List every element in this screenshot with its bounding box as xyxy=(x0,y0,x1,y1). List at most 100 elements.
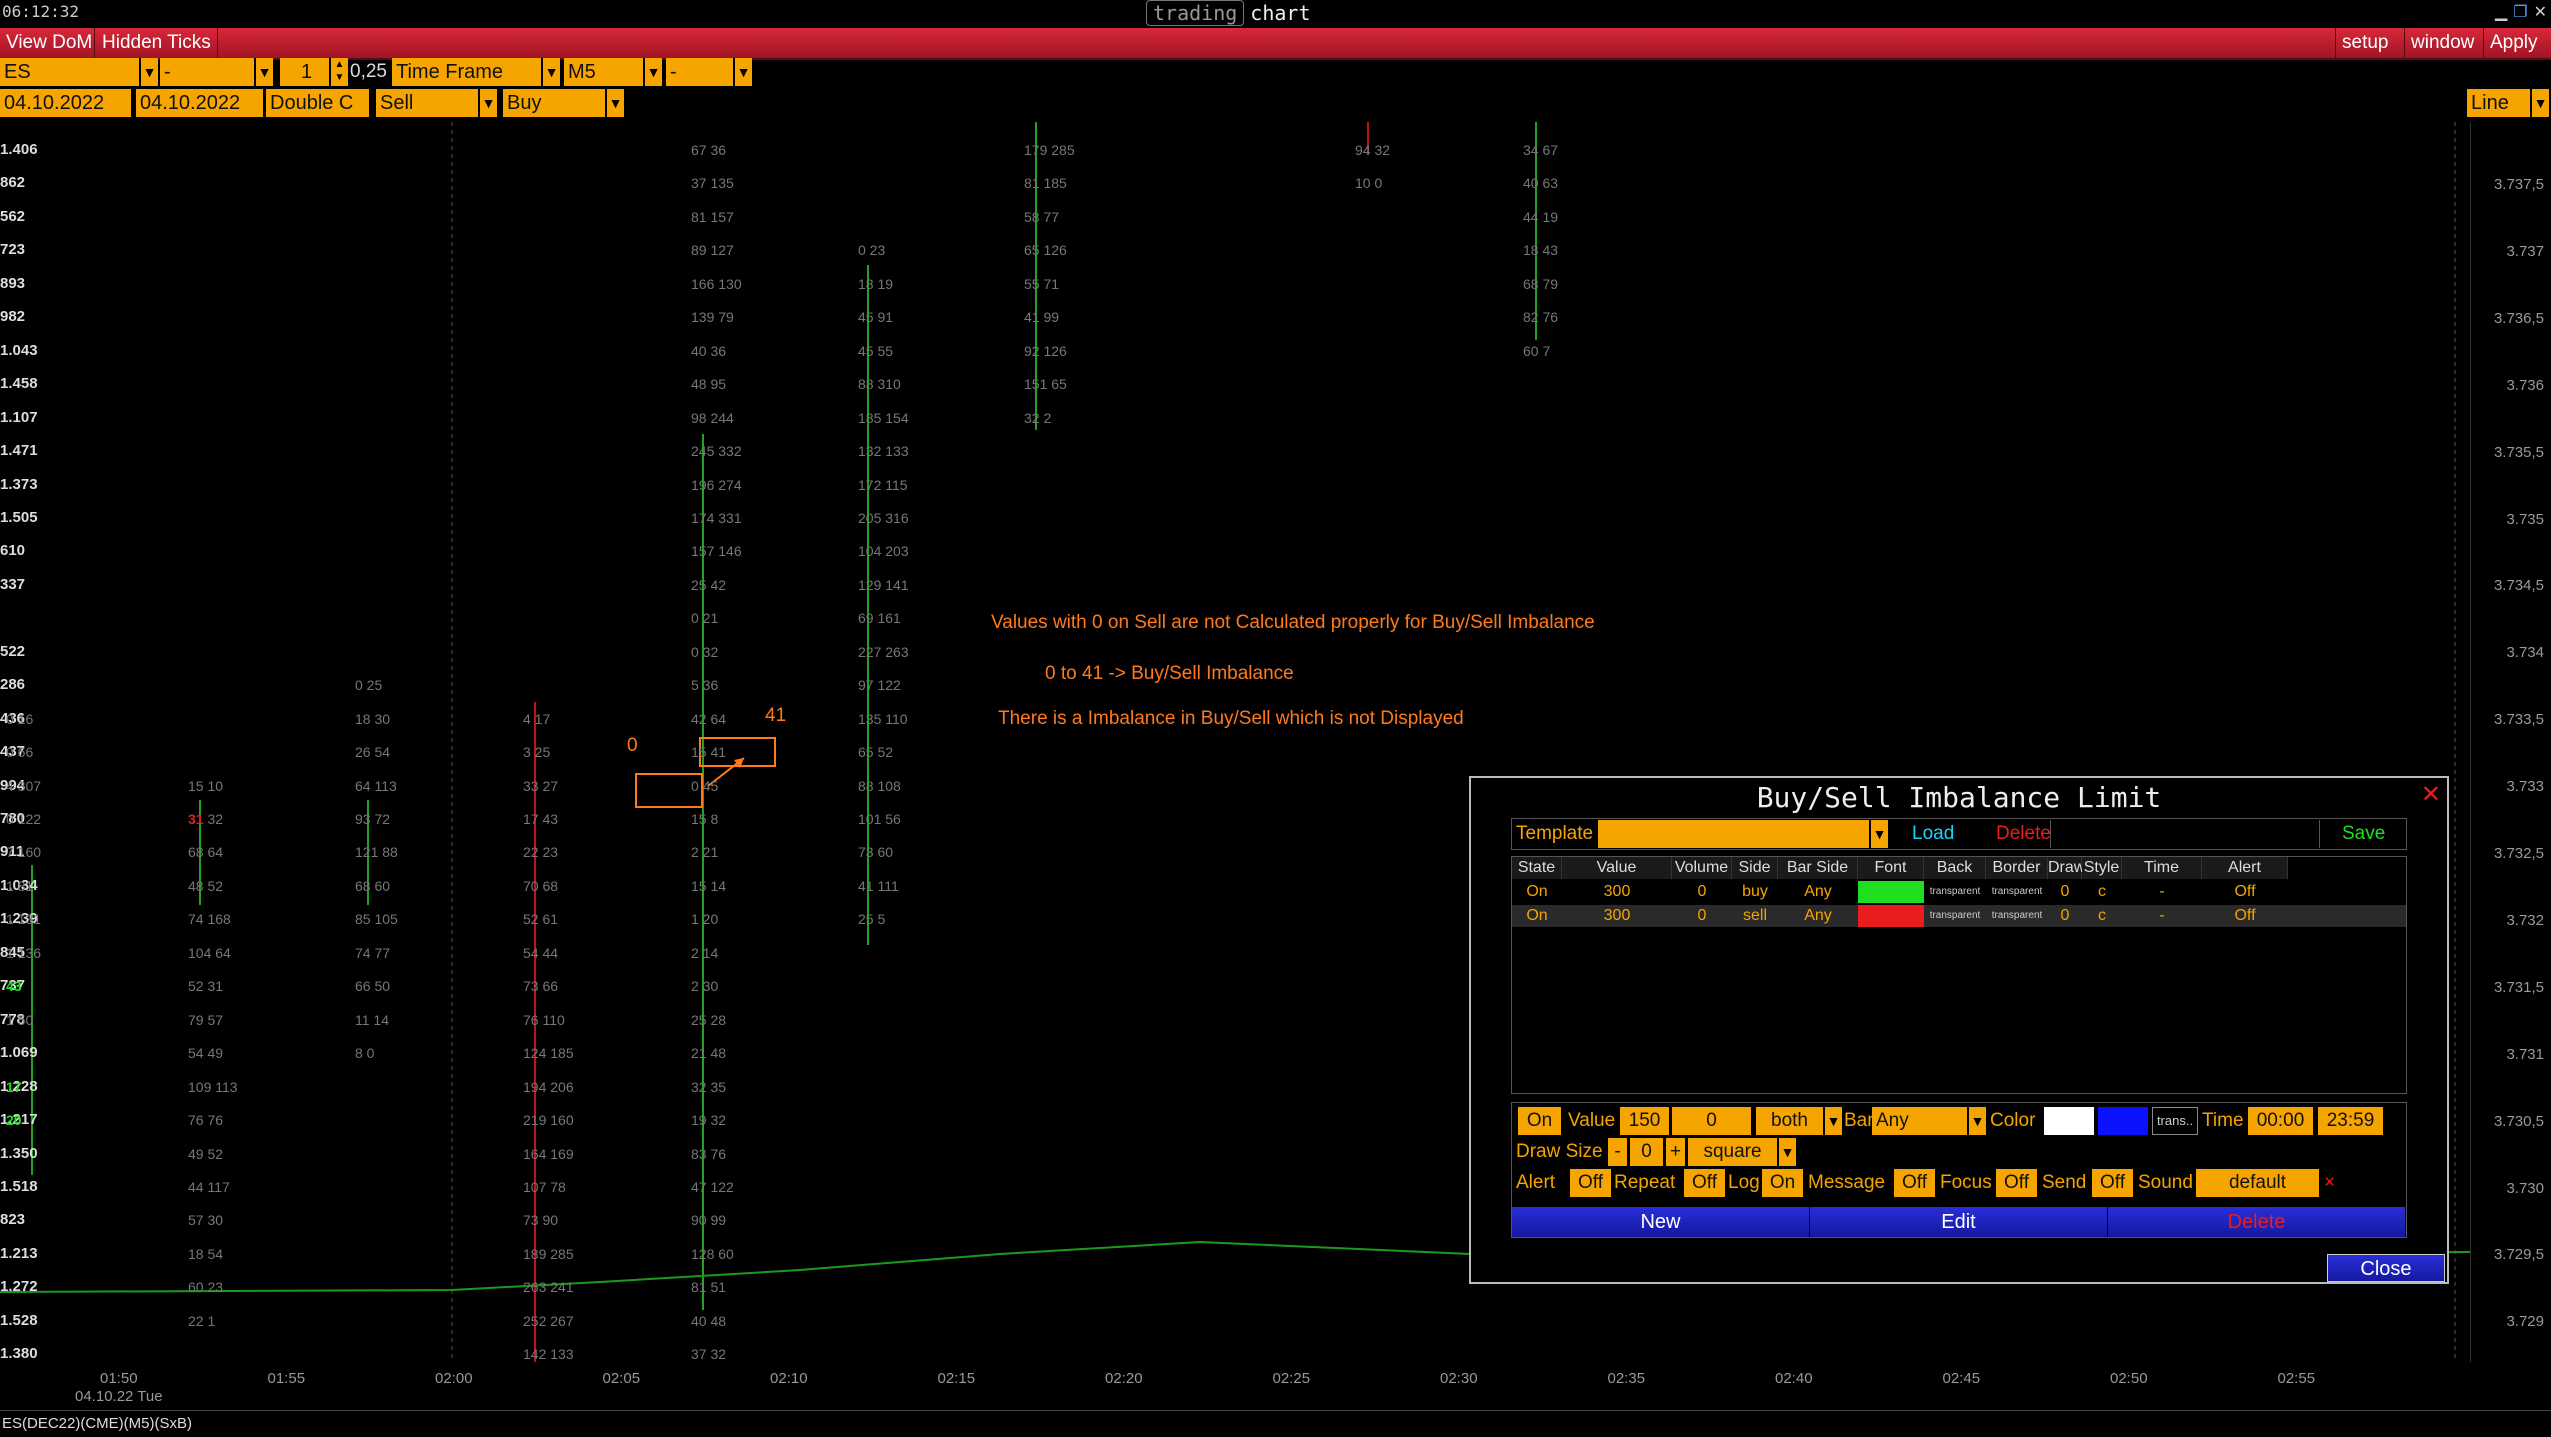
close-icon[interactable]: ✕ xyxy=(2421,780,2441,810)
quantity-input[interactable]: 1 xyxy=(280,58,330,86)
sound-select[interactable]: default xyxy=(2196,1169,2320,1197)
price-axis-label: 3.729 xyxy=(2506,1313,2544,1331)
load-button[interactable]: Load xyxy=(1912,820,1954,848)
footprint-cell: 48 95 xyxy=(691,376,727,393)
column-header[interactable]: Side xyxy=(1732,857,1778,879)
column-header[interactable]: Border xyxy=(1986,857,2048,879)
message-toggle[interactable]: Off xyxy=(1894,1169,1936,1197)
symbol-select[interactable]: ES xyxy=(0,58,140,86)
minimize-icon[interactable]: ▁ xyxy=(2495,2,2507,22)
menu-window[interactable]: window xyxy=(2405,28,2480,58)
chevron-down-icon[interactable]: ▼ xyxy=(542,58,560,86)
menu-apply[interactable]: Apply xyxy=(2484,28,2544,58)
footprint-cell: 76 110 xyxy=(523,1011,565,1028)
column-header[interactable]: Bar Side xyxy=(1778,857,1858,879)
time-to-input[interactable]: 23:59 xyxy=(2318,1107,2384,1135)
footprint-cell: 54 49 xyxy=(188,1045,224,1062)
volume-label: 1.272 xyxy=(0,1278,38,1296)
close-button[interactable]: Close xyxy=(2327,1254,2445,1282)
timeframe-label[interactable]: Time Frame xyxy=(392,58,542,86)
sell-select[interactable]: Sell xyxy=(376,89,479,117)
table-row[interactable]: On 300 0 sell Any transparent transparent 0 c - Of… xyxy=(1512,905,2406,927)
table-cell-volume: 0 xyxy=(1697,907,1707,924)
send-toggle[interactable]: Off xyxy=(2092,1169,2134,1197)
chevron-down-icon[interactable]: ▼ xyxy=(644,58,662,86)
chevron-down-icon[interactable]: ▼ xyxy=(2531,89,2549,117)
template-select[interactable] xyxy=(1598,820,1870,848)
border-color-swatch[interactable]: trans.. xyxy=(2152,1107,2198,1135)
bar-select[interactable]: Any xyxy=(1872,1107,1968,1135)
clear-sound-icon[interactable]: × xyxy=(2324,1169,2335,1197)
volume-input[interactable]: 0 xyxy=(1672,1107,1752,1135)
table-row[interactable]: On 300 0 buy Any transparent transparent 0 c - Off xyxy=(1512,881,2406,903)
delete-button[interactable]: Delete xyxy=(2108,1207,2406,1237)
chevron-down-icon[interactable]: ▼ xyxy=(734,58,752,86)
price-axis[interactable]: 3.737,5 3.737 3.736,5 3.736 3.735,5 3.735 3.73… xyxy=(2470,122,2551,1362)
column-header[interactable]: Draw xyxy=(2048,857,2085,879)
drawsize-plus[interactable]: + xyxy=(1666,1138,1686,1166)
column-header[interactable]: Time xyxy=(2122,857,2202,879)
alert-toggle[interactable]: Off xyxy=(1570,1169,1612,1197)
side-select[interactable]: both xyxy=(1756,1107,1824,1135)
quantity-stepper[interactable]: ▲ ▼ xyxy=(330,58,348,86)
restore-icon[interactable]: ❐ xyxy=(2513,2,2527,22)
column-header[interactable]: Back xyxy=(1924,857,1986,879)
edit-button[interactable]: Edit xyxy=(1810,1207,2108,1237)
volume-label: 982 xyxy=(0,308,26,326)
footprint-cell: 65 52 xyxy=(858,744,894,761)
chevron-down-icon[interactable]: ▼ xyxy=(1968,1107,1986,1135)
column-header[interactable]: Font xyxy=(1858,857,1924,879)
chevron-down-icon[interactable]: ▼ xyxy=(1824,1107,1842,1135)
template-name-input[interactable] xyxy=(2050,820,2320,848)
dash-select-2[interactable]: - xyxy=(666,58,734,86)
time-from-input[interactable]: 00:00 xyxy=(2248,1107,2314,1135)
send-label: Send xyxy=(2042,1172,2087,1193)
date-to[interactable]: 04.10.2022 xyxy=(136,89,264,117)
font-color-swatch[interactable] xyxy=(2044,1107,2094,1135)
column-header[interactable]: Volume xyxy=(1672,857,1732,879)
focus-toggle[interactable]: Off xyxy=(1996,1169,2038,1197)
chevron-down-icon[interactable]: ▼ xyxy=(1778,1138,1796,1166)
new-button[interactable]: New xyxy=(1512,1207,1810,1237)
drawsize-minus[interactable]: - xyxy=(1608,1138,1628,1166)
log-toggle[interactable]: On xyxy=(1762,1169,1804,1197)
chevron-down-icon[interactable]: ▼ xyxy=(606,89,624,117)
column-header[interactable]: Style xyxy=(2082,857,2122,879)
chevron-down-icon[interactable]: ▼ xyxy=(1870,820,1888,848)
shape-select[interactable]: square xyxy=(1688,1138,1778,1166)
dash-select[interactable]: - xyxy=(160,58,255,86)
style-select[interactable]: Line xyxy=(2467,89,2531,117)
timeframe-select[interactable]: M5 xyxy=(564,58,644,86)
footprint-cell: 34 67 xyxy=(1523,142,1559,158)
buy-select[interactable]: Buy xyxy=(503,89,606,117)
price-axis-label: 3.736 xyxy=(2506,376,2544,394)
column-header[interactable]: Value xyxy=(1562,857,1672,879)
limit-editor: On Value 150 0 both ▼ Bar Any ▼ Color tr… xyxy=(1511,1102,2407,1238)
footprint-cell: 0 45 xyxy=(691,777,719,794)
table-cell-state: On xyxy=(1526,907,1548,924)
menu-hidden-ticks[interactable]: Hidden Ticks xyxy=(96,28,217,58)
footprint-cell: 172 115 xyxy=(858,476,908,493)
column-header[interactable]: State xyxy=(1512,857,1562,879)
chevron-down-icon[interactable]: ▼ xyxy=(255,58,273,86)
drawsize-input[interactable]: 0 xyxy=(1630,1138,1664,1166)
save-button[interactable]: Save xyxy=(2342,820,2385,848)
chevron-down-icon[interactable]: ▼ xyxy=(479,89,497,117)
menu-bar: View DoM Hidden Ticks setup window Apply xyxy=(0,28,2551,60)
back-color-swatch[interactable] xyxy=(2098,1107,2148,1135)
state-toggle[interactable]: On xyxy=(1518,1107,1562,1135)
date-from[interactable]: 04.10.2022 xyxy=(0,89,132,117)
color-label: Color xyxy=(1990,1110,2036,1131)
chevron-down-icon[interactable]: ▼ xyxy=(140,58,158,86)
repeat-toggle[interactable]: Off xyxy=(1684,1169,1726,1197)
price-axis-label: 3.731 xyxy=(2506,1045,2544,1063)
mode-select[interactable]: Double C xyxy=(266,89,370,117)
close-window-icon[interactable]: ✕ xyxy=(2534,2,2547,22)
delete-template-button[interactable]: Delete xyxy=(1996,820,2051,848)
column-header[interactable]: Alert xyxy=(2202,857,2288,879)
footprint-cell: 89 127 xyxy=(691,242,734,259)
value-input[interactable]: 150 xyxy=(1620,1107,1670,1135)
footprint-cell: 19 32 xyxy=(691,1112,727,1129)
menu-view-dom[interactable]: View DoM xyxy=(0,28,98,58)
menu-setup[interactable]: setup xyxy=(2336,28,2394,58)
